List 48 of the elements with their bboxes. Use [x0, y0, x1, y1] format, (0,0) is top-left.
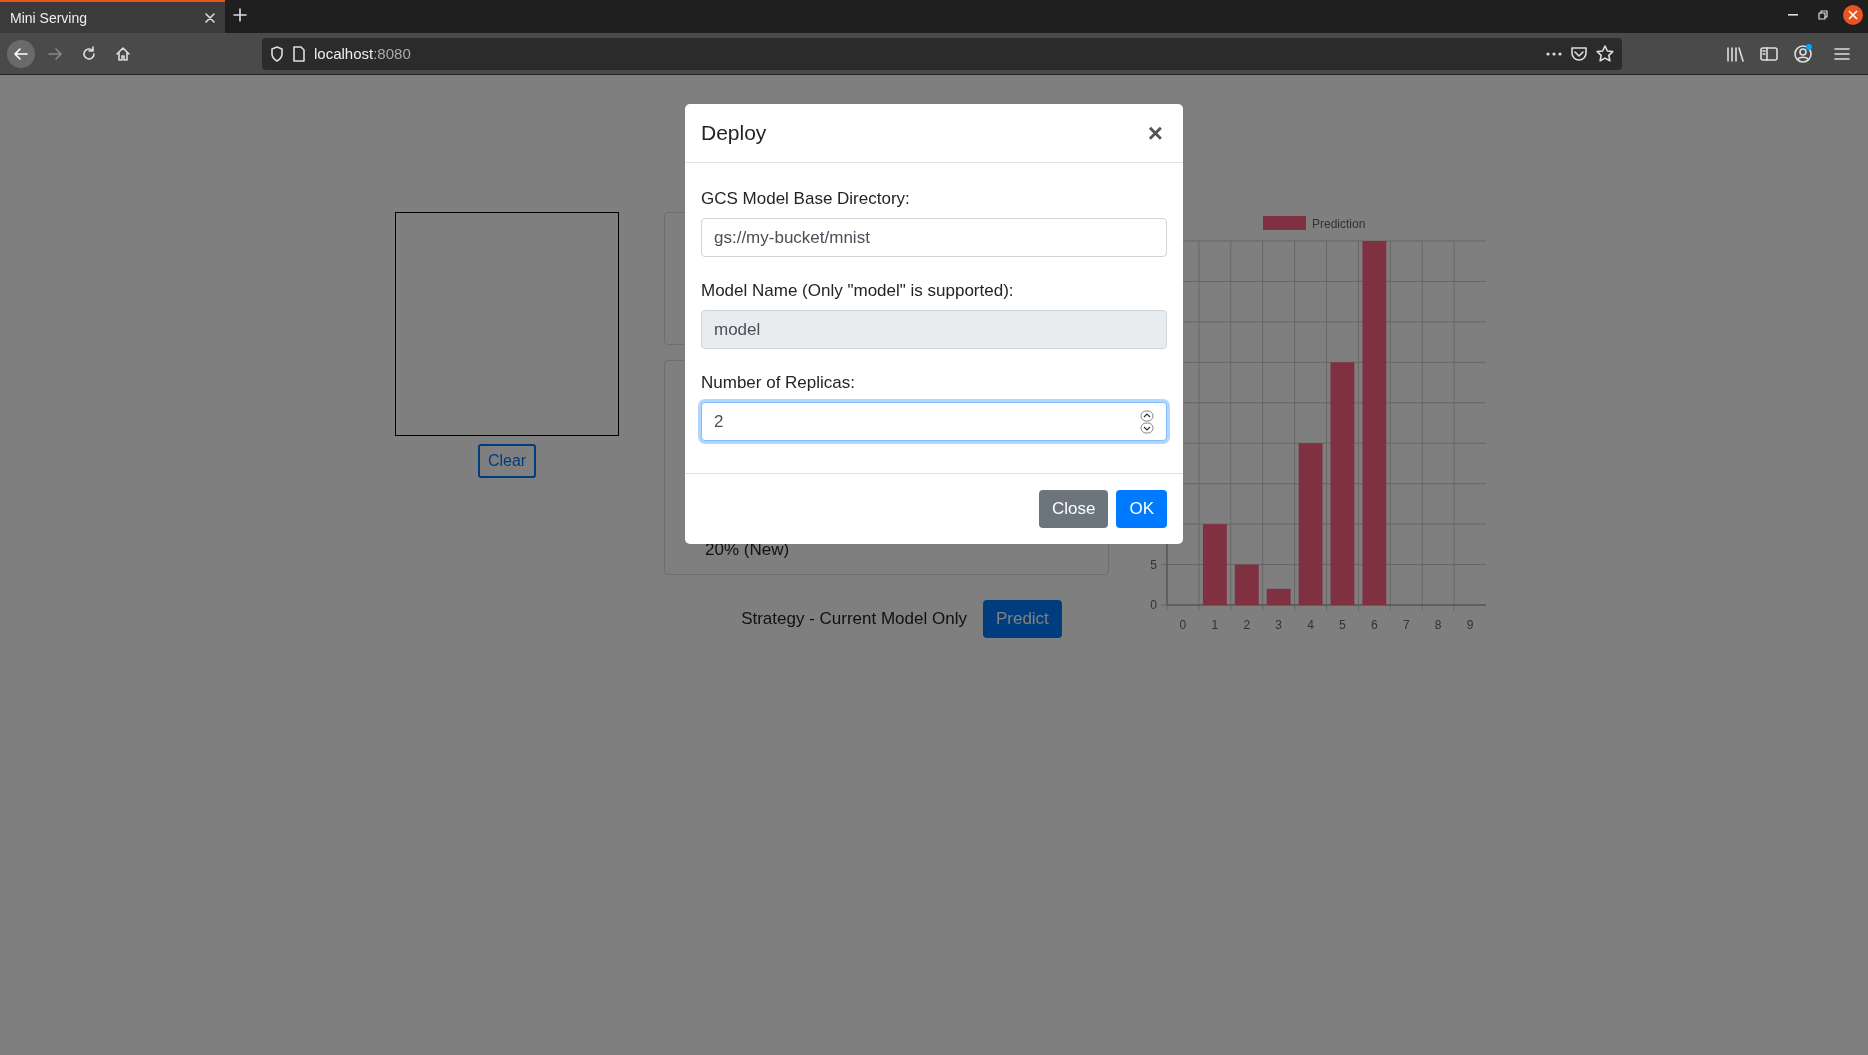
axis-label: 7	[1402, 618, 1410, 632]
axis-label: 8	[1434, 618, 1442, 632]
bar	[1234, 564, 1259, 605]
home-icon[interactable]	[115, 45, 131, 62]
axis-label: 5	[1150, 557, 1157, 572]
tab-title: Mini Serving	[10, 9, 88, 26]
axis-label: 9	[1466, 618, 1474, 632]
bar	[1266, 588, 1291, 605]
restore-icon[interactable]	[1818, 10, 1828, 20]
legend-label: Prediction	[1312, 217, 1366, 231]
browser-tab[interactable]: Mini Serving	[0, 0, 225, 33]
field-label: Number of Replicas:	[701, 373, 856, 393]
dialog-title: Deploy	[701, 121, 767, 145]
reload-icon[interactable]	[81, 45, 97, 62]
axis-label: 2	[1243, 618, 1251, 632]
field-value[interactable]: 2	[714, 411, 1140, 432]
strategy-text: Strategy - Current Model Only	[741, 609, 967, 629]
legend-swatch	[1263, 216, 1306, 230]
axis-label: 0	[1179, 618, 1187, 632]
forward-arrow-icon[interactable]	[47, 46, 63, 61]
menu-icon[interactable]	[1834, 46, 1850, 61]
pocket-icon[interactable]	[1570, 45, 1588, 62]
axis-label: 4	[1307, 618, 1314, 632]
ok-button[interactable]: OK	[1116, 490, 1167, 528]
more-icon[interactable]	[1546, 51, 1562, 56]
plus-icon[interactable]	[233, 8, 247, 22]
close-icon[interactable]	[205, 12, 215, 23]
field-value[interactable]: gs://my-bucket/mnist	[714, 227, 1154, 248]
axis-label: 5	[1339, 618, 1346, 632]
axis-label: 0	[1150, 598, 1157, 612]
close-button[interactable]: ×	[1143, 120, 1167, 146]
axis-label: 1	[1211, 618, 1219, 632]
field-label: Model Name (Only "model" is supported):	[701, 281, 1015, 301]
field-label: GCS Model Base Directory:	[701, 189, 911, 209]
axis-label: 6	[1371, 618, 1378, 632]
star-icon[interactable]	[1596, 44, 1614, 63]
url-text[interactable]: localhost:8080	[314, 45, 411, 62]
shield-icon[interactable]	[270, 45, 284, 62]
input-field[interactable]: 2	[701, 402, 1167, 441]
close-button[interactable]: Close	[1038, 490, 1109, 528]
account-icon[interactable]	[1793, 43, 1813, 64]
close-icon[interactable]	[1843, 5, 1863, 25]
library-icon[interactable]	[1726, 45, 1744, 62]
page-icon	[292, 45, 306, 62]
sidebar-icon[interactable]	[1760, 45, 1778, 62]
spinner-icon[interactable]	[1140, 409, 1154, 434]
input-field[interactable]: gs://my-bucket/mnist	[701, 218, 1167, 257]
axis-label: 3	[1275, 618, 1282, 632]
